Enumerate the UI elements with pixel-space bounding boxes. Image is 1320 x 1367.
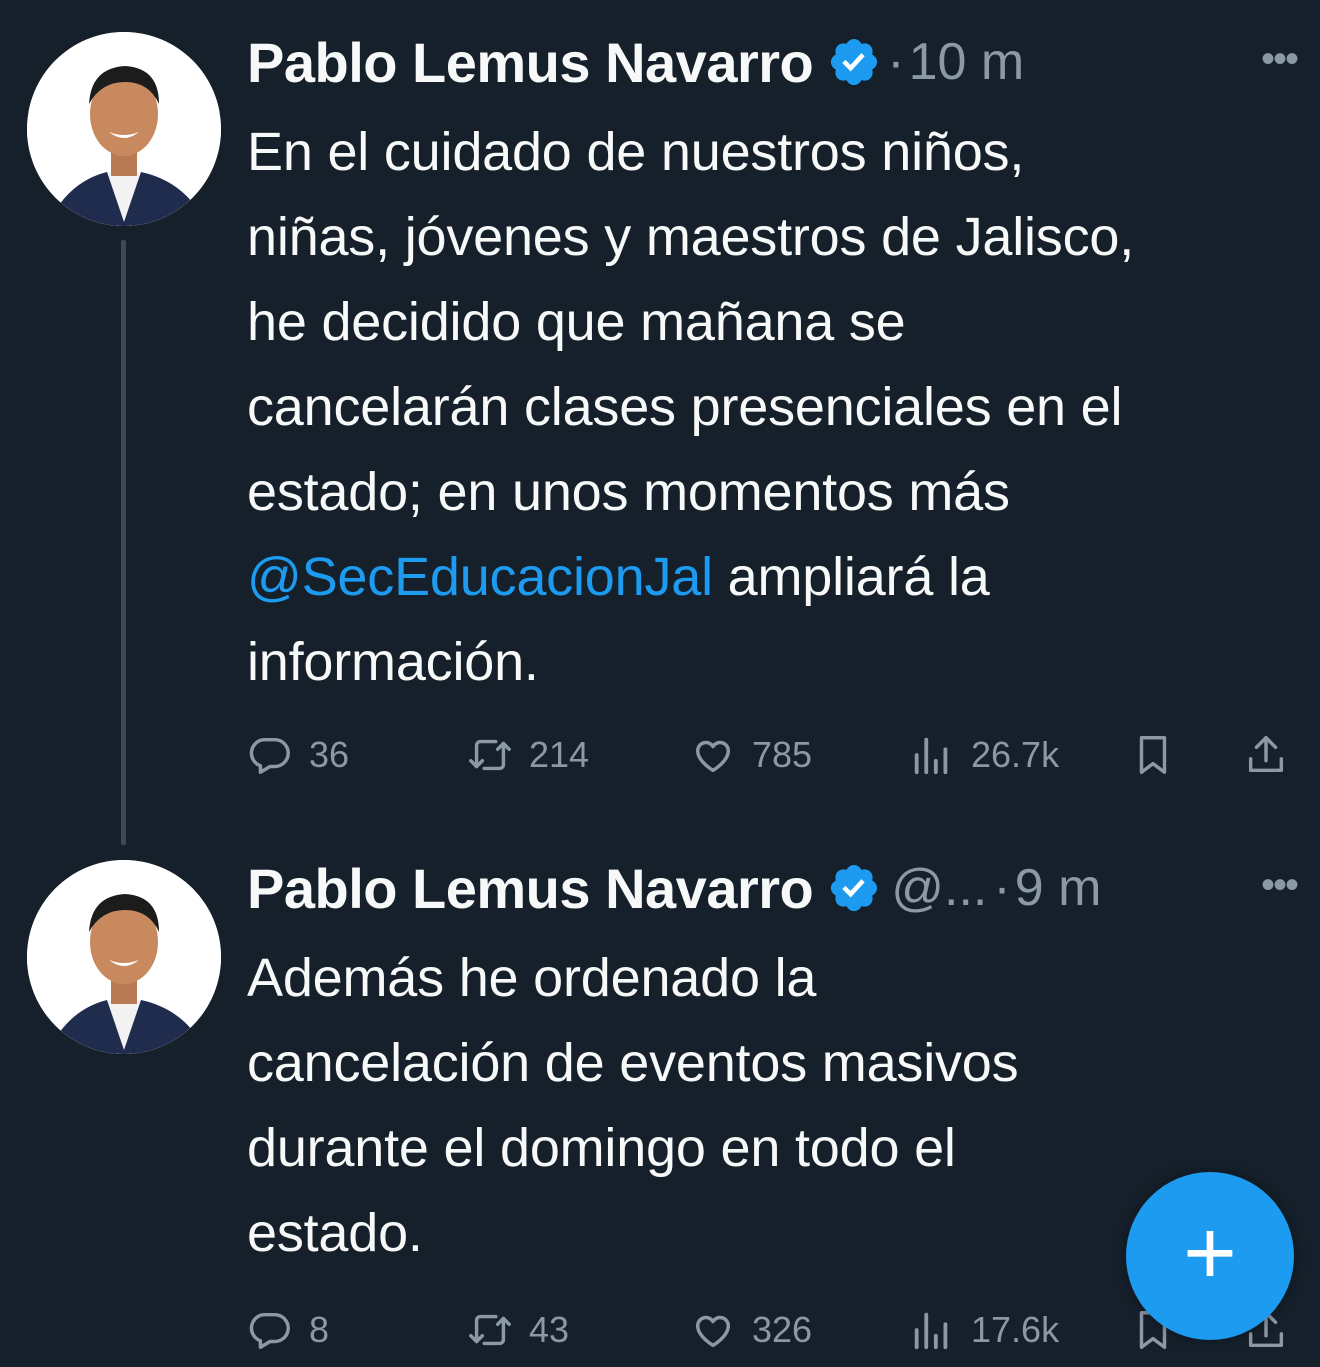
like-count: 785 <box>752 734 813 775</box>
share-button[interactable] <box>1243 725 1289 785</box>
text-line: estado; en unos momentos más <box>247 462 1010 522</box>
separator-dot: · <box>887 33 905 91</box>
compose-button[interactable]: + <box>1126 1172 1294 1340</box>
text-line: niñas, jóvenes y maestros de Jalisco, <box>247 207 1135 267</box>
tweet-1[interactable]: Pablo Lemus Navarro · 10 m ••• En el cui… <box>0 0 1320 845</box>
views-icon <box>914 1312 948 1350</box>
views-icon <box>914 737 948 775</box>
tweet-time[interactable]: 9 m <box>1015 858 1102 918</box>
tweet-header: Pablo Lemus Navarro · 10 m ••• <box>247 27 1299 97</box>
retweet-icon <box>469 1314 511 1346</box>
verified-badge-icon <box>831 864 878 912</box>
views-button[interactable]: 26.7k <box>909 725 1059 785</box>
reply-button[interactable]: 8 <box>247 1300 329 1360</box>
text-line: @SecEducacionJal ampliará la <box>247 535 1297 620</box>
bookmark-button[interactable] <box>1130 725 1176 785</box>
views-button[interactable]: 17.6k <box>909 1300 1059 1360</box>
verified-badge-icon <box>831 38 878 86</box>
reply-icon <box>249 1312 290 1349</box>
author-name[interactable]: Pablo Lemus Navarro <box>247 856 814 921</box>
tweet-actions: 8 43 326 17.6k <box>247 1300 1297 1360</box>
views-count: 26.7k <box>971 734 1060 775</box>
retweet-button[interactable]: 43 <box>467 1300 569 1360</box>
retweet-count: 43 <box>529 1309 570 1350</box>
tweet-actions: 36 214 785 26.7k <box>247 725 1297 785</box>
more-icon[interactable]: ••• <box>1261 39 1299 79</box>
text-line: he decidido que mañana se <box>247 292 906 352</box>
author-name[interactable]: Pablo Lemus Navarro <box>247 30 814 95</box>
text-line: durante el domingo en todo el <box>247 1118 956 1178</box>
text-line: cancelación de eventos masivos <box>247 1033 1019 1093</box>
tweet-header: Pablo Lemus Navarro @... · 9 m ••• <box>247 853 1299 923</box>
tweet-time[interactable]: 10 m <box>909 32 1025 92</box>
reply-icon <box>249 737 290 774</box>
retweet-button[interactable]: 214 <box>467 725 589 785</box>
reply-button[interactable]: 36 <box>247 725 349 785</box>
author-avatar[interactable] <box>27 32 221 226</box>
avatar-photo-icon <box>27 860 221 1054</box>
reply-count: 8 <box>309 1309 330 1350</box>
author-handle[interactable]: @... <box>891 858 987 918</box>
thread-connector-line <box>121 240 126 845</box>
share-icon <box>1248 736 1284 773</box>
mention-link[interactable]: @SecEducacionJal <box>247 547 713 607</box>
separator-dot: · <box>993 859 1011 917</box>
views-count: 17.6k <box>971 1309 1060 1350</box>
author-avatar[interactable] <box>27 860 221 1054</box>
like-count: 326 <box>752 1309 813 1350</box>
retweet-icon <box>469 739 511 771</box>
reply-count: 36 <box>309 734 350 775</box>
bookmark-icon <box>1139 736 1167 774</box>
avatar-photo-icon <box>27 32 221 226</box>
retweet-count: 214 <box>529 734 590 775</box>
like-icon <box>695 740 731 773</box>
text-line: información. <box>247 632 539 692</box>
like-icon <box>695 1315 731 1348</box>
compose-icon: + <box>1183 1202 1237 1304</box>
more-icon[interactable]: ••• <box>1261 865 1299 905</box>
text-line: En el cuidado de nuestros niños, <box>247 122 1025 182</box>
text-line: cancelarán clases presenciales en el <box>247 377 1123 437</box>
tweet-text: En el cuidado de nuestros niños, niñas, … <box>247 110 1297 705</box>
like-button[interactable]: 785 <box>690 725 812 785</box>
like-button[interactable]: 326 <box>690 1300 812 1360</box>
tweet-2[interactable]: Pablo Lemus Navarro @... · 9 m ••• Ademá… <box>0 840 1320 1367</box>
text-fragment: ampliará la <box>712 547 990 607</box>
text-line: Además he ordenado la <box>247 948 817 1008</box>
